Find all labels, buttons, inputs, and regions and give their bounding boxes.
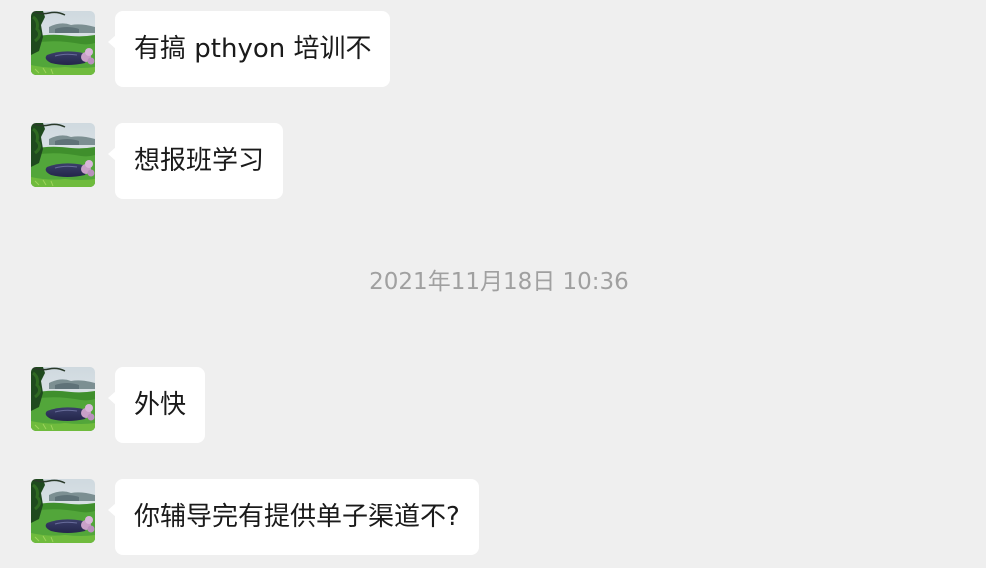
landscape-avatar-icon (31, 479, 95, 543)
landscape-avatar-icon (31, 123, 95, 187)
landscape-avatar-icon (31, 367, 95, 431)
chat-panel: 有搞 pthyon 培训不 想报班学习 2021年11月18日 10:36 外快… (0, 0, 986, 568)
message-bubble[interactable]: 想报班学习 (107, 123, 284, 199)
message-text: 有搞 pthyon 培训不 (134, 34, 372, 64)
message-timestamp: 2021年11月18日 10:36 (369, 269, 629, 295)
avatar[interactable] (31, 11, 95, 75)
message-text: 想报班学习 (134, 146, 265, 176)
message-text: 你辅导完有提供单子渠道不? (134, 502, 460, 532)
message-bubble[interactable]: 有搞 pthyon 培训不 (107, 11, 391, 87)
avatar[interactable] (31, 367, 95, 431)
avatar[interactable] (31, 479, 95, 543)
message-text: 外快 (134, 390, 187, 420)
message-bubble[interactable]: 你辅导完有提供单子渠道不? (108, 479, 479, 555)
avatar[interactable] (31, 123, 95, 187)
message-bubble[interactable]: 外快 (107, 367, 206, 443)
landscape-avatar-icon (31, 11, 95, 75)
